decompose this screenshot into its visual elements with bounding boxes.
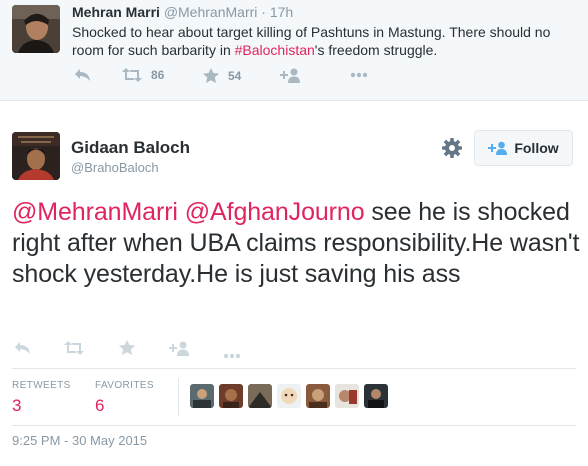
- tweet-stats: RETWEETS 3 FAVORITES 6: [12, 374, 576, 428]
- favorite-button[interactable]: 54: [203, 68, 241, 83]
- parent-tweet[interactable]: Mehran Marri @MehranMarri · 17h Shocked …: [0, 0, 588, 101]
- retweet-button[interactable]: 86: [122, 68, 164, 82]
- parent-text-part: 's freedom struggle.: [314, 42, 438, 58]
- follow-label: Follow: [514, 140, 559, 156]
- mention-link[interactable]: @AfghanJourno: [185, 198, 365, 226]
- author-avatar[interactable]: [12, 132, 60, 180]
- reply-button[interactable]: [74, 68, 91, 82]
- tweet-text: @MehranMarri @AfghanJourno see he is sho…: [12, 197, 582, 290]
- favoriters-avatars: [190, 384, 393, 408]
- stats-separator: [178, 378, 179, 416]
- user-avatar[interactable]: [335, 384, 359, 408]
- divider: [12, 368, 576, 369]
- favorite-count: 54: [228, 68, 242, 83]
- more-icon: [350, 72, 368, 78]
- reply-icon: [75, 69, 90, 81]
- mention-link[interactable]: @MehranMarri: [12, 198, 178, 226]
- user-avatar[interactable]: [277, 384, 301, 408]
- favorite-icon: [203, 68, 219, 83]
- add-to-list-icon: [169, 341, 189, 356]
- favorite-icon: [119, 340, 135, 355]
- add-to-list-button[interactable]: [279, 68, 301, 83]
- add-user-icon: [488, 141, 508, 155]
- retweet-icon: [64, 341, 84, 355]
- divider: [12, 425, 576, 426]
- author-handle[interactable]: @BrahoBaloch: [71, 160, 159, 175]
- parent-author-handle[interactable]: @MehranMarri: [164, 4, 258, 20]
- favorite-button[interactable]: [119, 340, 135, 360]
- retweet-count: 86: [151, 68, 165, 82]
- follow-button[interactable]: Follow: [474, 130, 573, 166]
- separator-dot: ·: [261, 4, 266, 20]
- gear-button[interactable]: [441, 137, 463, 159]
- more-button[interactable]: [350, 72, 368, 78]
- reply-icon: [15, 342, 30, 354]
- user-avatar[interactable]: [364, 384, 388, 408]
- add-to-list-icon: [280, 68, 300, 83]
- favorites-label[interactable]: FAVORITES: [95, 380, 154, 391]
- reply-button[interactable]: [14, 341, 31, 360]
- retweets-label[interactable]: RETWEETS: [12, 380, 71, 391]
- author-name[interactable]: Gidaan Baloch: [71, 138, 190, 158]
- parent-tweet-time[interactable]: 17h: [270, 4, 293, 20]
- parent-author-name[interactable]: Mehran Marri: [72, 4, 160, 20]
- user-avatar[interactable]: [219, 384, 243, 408]
- parent-avatar[interactable]: [12, 5, 60, 53]
- retweets-count[interactable]: 3: [12, 396, 21, 416]
- more-icon: [223, 353, 241, 359]
- user-avatar[interactable]: [248, 384, 272, 408]
- parent-tweet-text: Shocked to hear about target killing of …: [72, 23, 577, 59]
- parent-tweet-header: Mehran Marri @MehranMarri · 17h: [72, 4, 293, 20]
- add-to-list-button[interactable]: [168, 341, 190, 361]
- user-avatar[interactable]: [190, 384, 214, 408]
- tweet-timestamp: 9:25 PM - 30 May 2015: [12, 433, 148, 448]
- hashtag-link[interactable]: #Balochistan: [235, 42, 315, 58]
- gear-icon: [442, 138, 462, 158]
- retweet-button[interactable]: [64, 341, 84, 360]
- favorites-count[interactable]: 6: [95, 396, 104, 416]
- retweet-icon: [122, 68, 142, 82]
- more-button[interactable]: [223, 346, 241, 364]
- user-avatar[interactable]: [306, 384, 330, 408]
